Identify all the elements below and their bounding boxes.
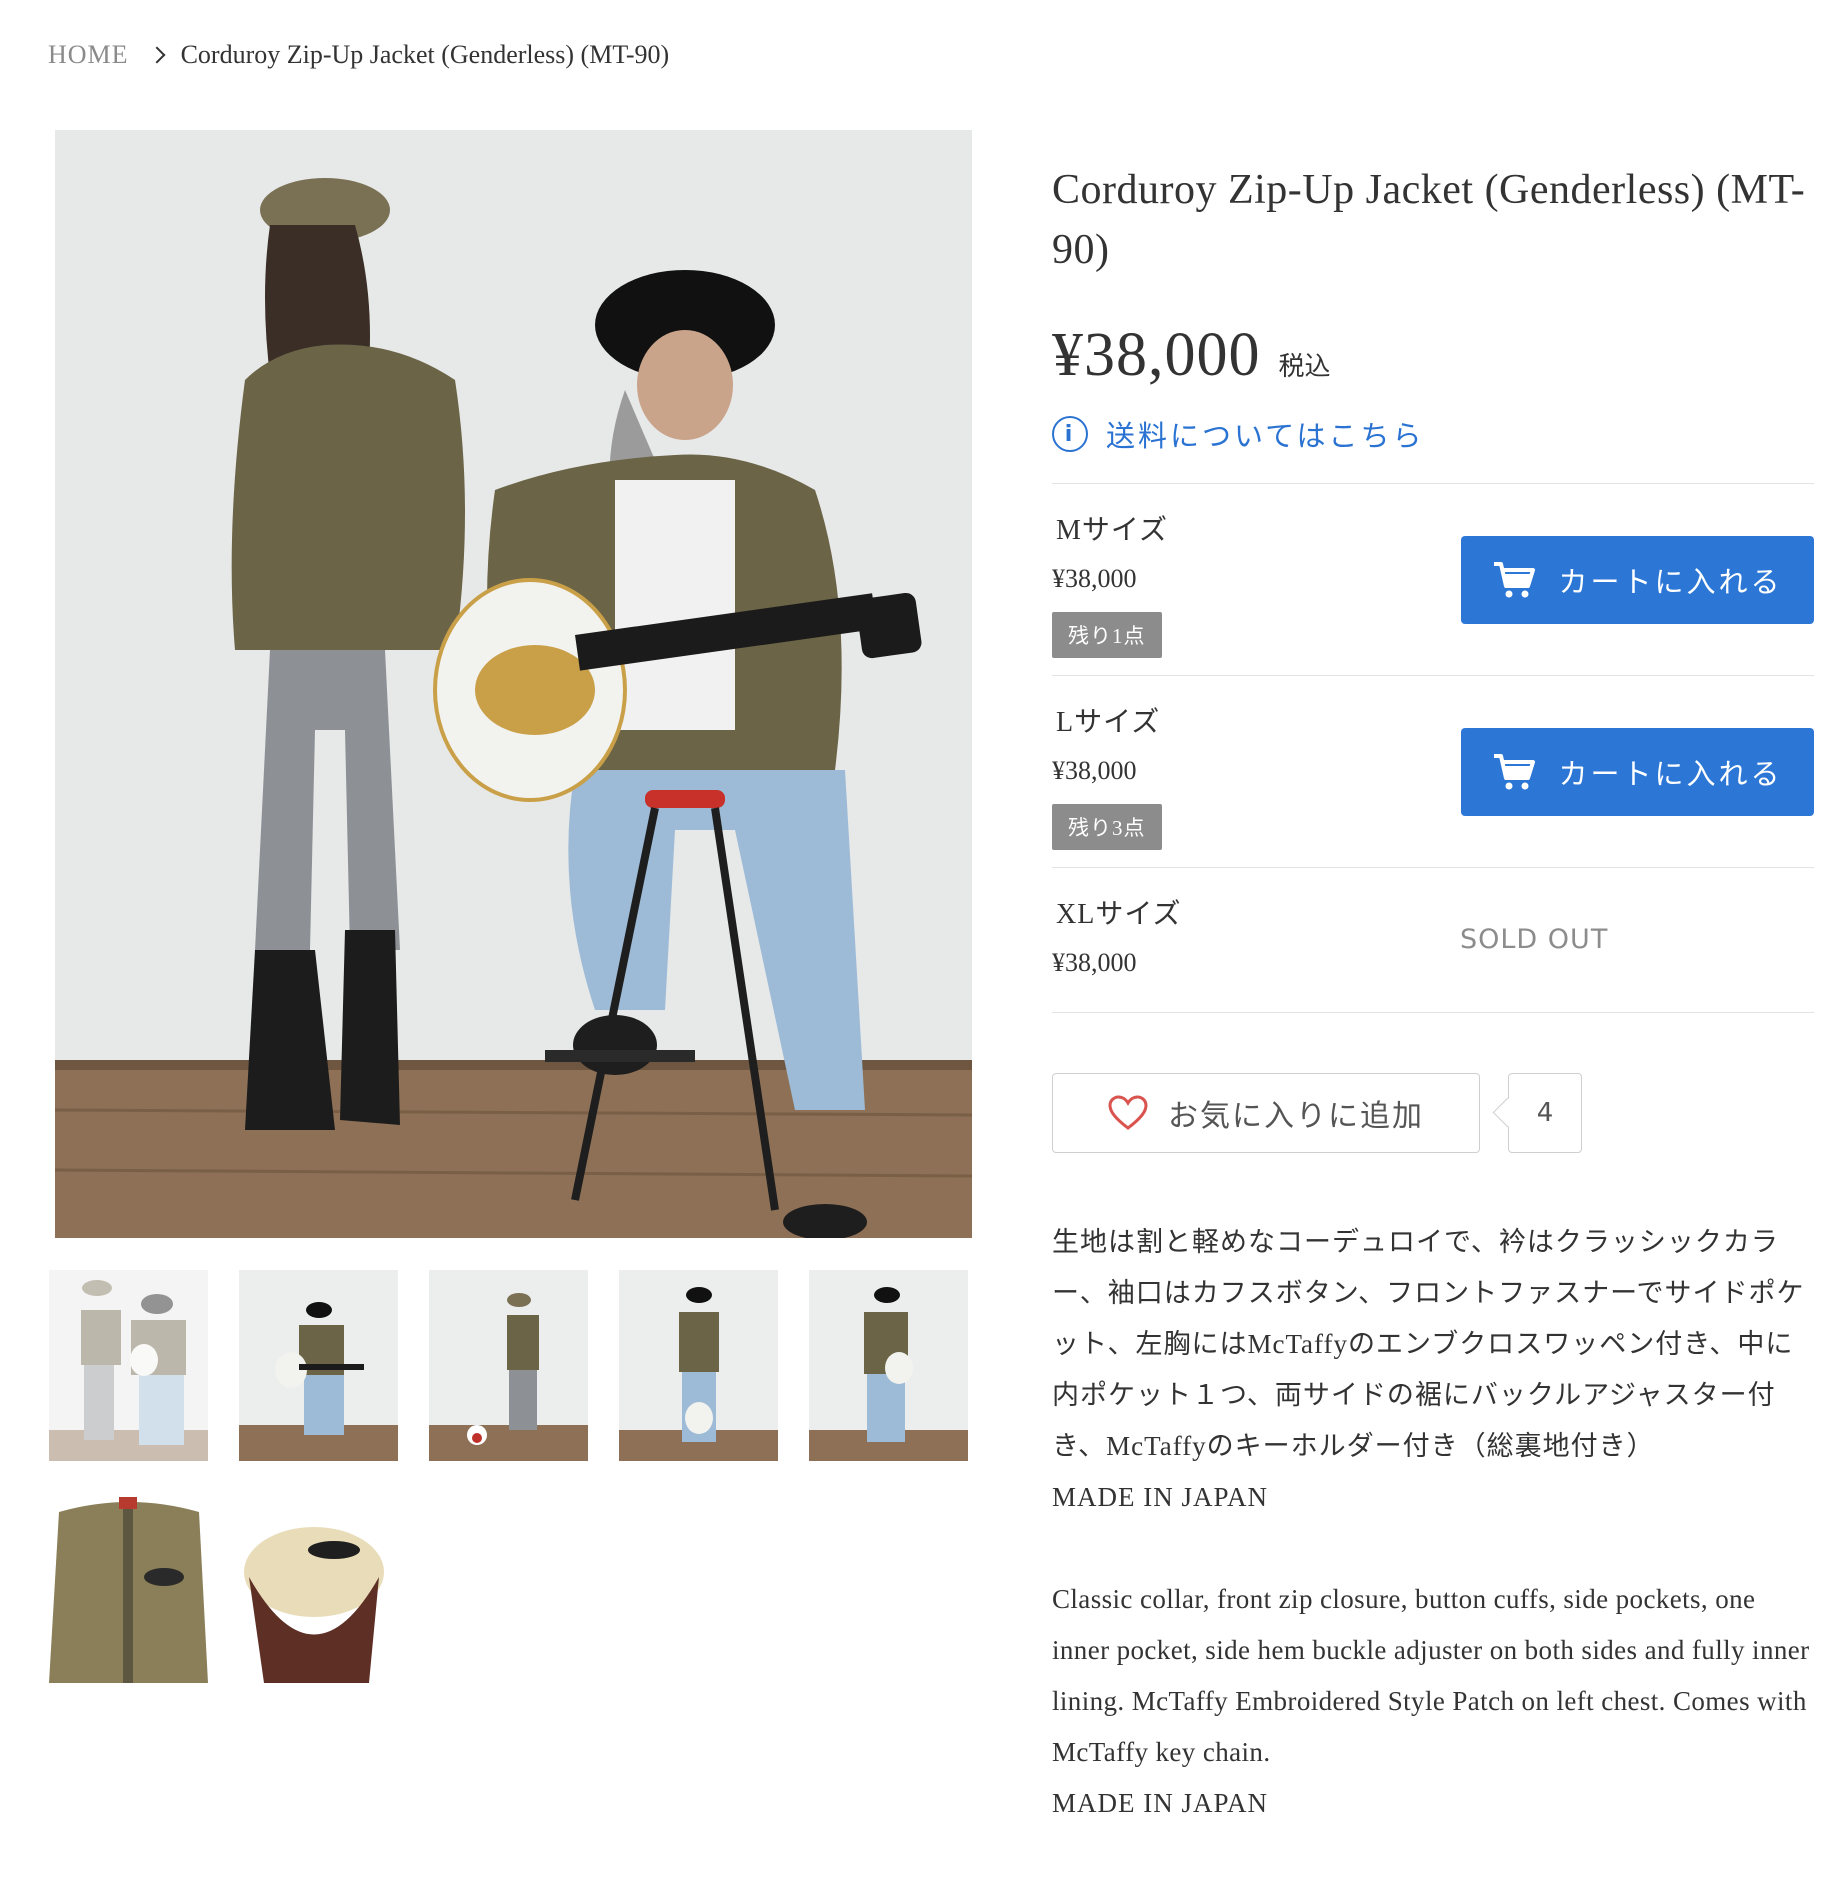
description-en: Classic collar, front zip closure, butto…: [1052, 1584, 1810, 1767]
variant-price: ¥38,000: [1052, 948, 1137, 977]
tax-label: 税込: [1278, 352, 1331, 381]
favorite-row: お気に入りに追加 4: [1052, 1073, 1814, 1153]
add-to-cart-label: カートに入れる: [1558, 565, 1783, 599]
main-product-image[interactable]: [55, 130, 972, 1238]
variant-name: Lサイズ: [1056, 707, 1161, 738]
product-price: ¥38,000: [1052, 321, 1261, 389]
stock-badge: 残り3点: [1052, 804, 1162, 850]
thumbnail-image: [49, 1270, 208, 1461]
variant-row: XLサイズ ¥38,000 SOLD OUT: [1052, 868, 1814, 1013]
thumbnail-1[interactable]: [49, 1270, 208, 1461]
shipping-info-label: 送料についてはこちら: [1106, 421, 1425, 453]
variant-name: Mサイズ: [1056, 515, 1169, 546]
description-jp: 生地は割と軽めなコーデュロイで、衿はクラッシックカラー、袖口はカフスボタン、フロ…: [1052, 1227, 1805, 1461]
variant-row: Lサイズ ¥38,000 残り3点 カートに入れる: [1052, 676, 1814, 868]
add-to-cart-button[interactable]: カートに入れる: [1461, 728, 1814, 816]
thumbnail-image: [239, 1492, 398, 1683]
thumbnail-2[interactable]: [239, 1270, 398, 1461]
variant-price: ¥38,000: [1052, 564, 1137, 593]
variant-price: ¥38,000: [1052, 756, 1137, 785]
thumbnail-image: [809, 1270, 968, 1461]
product-title: Corduroy Zip-Up Jacket (Genderless) (MT-…: [1052, 167, 1806, 273]
thumbnail-7[interactable]: [239, 1492, 398, 1683]
variant-row: Mサイズ ¥38,000 残り1点 カートに入れる: [1052, 484, 1814, 676]
breadcrumb: HOME Corduroy Zip-Up Jacket (Genderless)…: [48, 40, 669, 70]
price-row: ¥38,000 税込: [1052, 320, 1814, 391]
product-description: 生地は割と軽めなコーデュロイで、衿はクラッシックカラー、袖口はカフスボタン、フロ…: [1052, 1217, 1814, 1829]
stock-badge: 残り1点: [1052, 612, 1162, 658]
chevron-right-icon: [148, 46, 166, 64]
add-favorite-button[interactable]: お気に入りに追加: [1052, 1073, 1480, 1153]
thumbnail-image: [619, 1270, 778, 1461]
thumbnail-4[interactable]: [619, 1270, 778, 1461]
thumbnail-image: [239, 1270, 398, 1461]
thumbnail-3[interactable]: [429, 1270, 588, 1461]
variant-list: Mサイズ ¥38,000 残り1点 カートに入れる Lサイズ ¥38,000 残…: [1052, 483, 1814, 1013]
add-to-cart-label: カートに入れる: [1558, 757, 1783, 791]
shipping-info-link[interactable]: i 送料についてはこちら: [1052, 413, 1814, 455]
thumbnail-image: [49, 1492, 208, 1683]
thumbnail-5[interactable]: [809, 1270, 968, 1461]
add-favorite-label: お気に入りに追加: [1168, 1099, 1424, 1134]
add-to-cart-button[interactable]: カートに入れる: [1461, 536, 1814, 624]
favorite-count: 4: [1508, 1073, 1582, 1153]
cart-icon: [1494, 562, 1536, 598]
breadcrumb-home-link[interactable]: HOME: [48, 40, 129, 70]
thumbnail-6[interactable]: [49, 1492, 208, 1683]
cart-icon: [1494, 754, 1536, 790]
breadcrumb-current: Corduroy Zip-Up Jacket (Genderless) (MT-…: [180, 40, 670, 69]
variant-name: XLサイズ: [1056, 899, 1182, 930]
description-jp-made-in: MADE IN JAPAN: [1052, 1482, 1269, 1512]
heart-icon: [1108, 1095, 1148, 1130]
sold-out-label: SOLD OUT: [1460, 924, 1609, 955]
thumbnail-image: [429, 1270, 588, 1461]
product-info: Corduroy Zip-Up Jacket (Genderless) (MT-…: [1052, 160, 1814, 1829]
info-icon: i: [1052, 416, 1088, 452]
product-photo: [55, 130, 972, 1238]
description-en-made-in: MADE IN JAPAN: [1052, 1788, 1269, 1818]
